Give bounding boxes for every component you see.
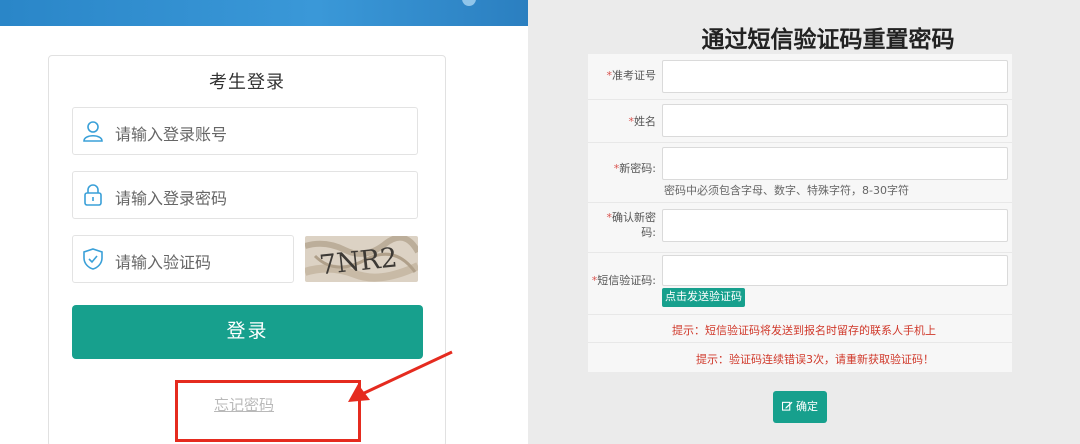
confirm-button[interactable]: 确定 bbox=[773, 391, 827, 423]
password-hint: 密码中必须包含字母、数字、特殊字符，8-30字符 bbox=[664, 184, 909, 197]
shield-check-icon bbox=[83, 248, 103, 270]
reset-password-panel: 通过短信验证码重置密码 *准考证号 *姓名 *新密码: 密码中必须包含字母、数字… bbox=[528, 0, 1080, 444]
form-row-new-password: *新密码: 密码中必须包含字母、数字、特殊字符，8-30字符 bbox=[588, 143, 1012, 203]
sms-tip: 提示：短信验证码将发送到报名时留存的联系人手机上 bbox=[672, 324, 936, 337]
form-row-sms-code: *短信验证码: 点击发送验证码 bbox=[588, 253, 1012, 315]
password-input[interactable]: 请输入登录密码 bbox=[72, 171, 418, 219]
confirm-password-input[interactable] bbox=[662, 209, 1008, 242]
reset-form: *准考证号 *姓名 *新密码: 密码中必须包含字母、数字、特殊字符，8-30字符… bbox=[588, 54, 1012, 372]
form-row-confirm-password: *确认新密 码: bbox=[588, 203, 1012, 253]
form-row-tip-1: 提示：短信验证码将发送到报名时留存的联系人手机上 bbox=[588, 315, 1012, 343]
sms-code-label: *短信验证码: bbox=[591, 274, 656, 287]
reset-title: 通过短信验证码重置密码 bbox=[701, 27, 955, 53]
exam-id-label: *准考证号 bbox=[606, 69, 657, 82]
account-placeholder: 请输入登录账号 bbox=[115, 125, 228, 144]
captcha-image[interactable]: 7NR2 bbox=[305, 236, 418, 282]
new-password-label: *新密码: bbox=[613, 162, 656, 175]
banner-decoration bbox=[462, 0, 476, 6]
name-label: *姓名 bbox=[628, 115, 657, 128]
header-banner bbox=[0, 0, 528, 26]
forgot-password-link[interactable]: 忘记密码 bbox=[214, 394, 274, 415]
sms-code-input[interactable] bbox=[662, 255, 1008, 286]
error-tip: 提示：验证码连续错误3次，请重新获取验证码！ bbox=[696, 353, 934, 366]
user-icon bbox=[83, 121, 103, 142]
new-password-input[interactable] bbox=[662, 147, 1008, 180]
password-placeholder: 请输入登录密码 bbox=[115, 189, 228, 208]
form-row-tip-2: 提示：验证码连续错误3次，请重新获取验证码！ bbox=[588, 343, 1012, 372]
exam-id-input[interactable] bbox=[662, 60, 1008, 93]
login-panel: 考生登录 请输入登录账号 请输入登录密码 请输入验证码 7NR2 登录 忘记密码 bbox=[0, 0, 528, 444]
annotation-arrow bbox=[348, 350, 453, 402]
account-input[interactable]: 请输入登录账号 bbox=[72, 107, 418, 155]
name-input[interactable] bbox=[662, 104, 1008, 137]
form-row-exam-id: *准考证号 bbox=[588, 54, 1012, 100]
send-sms-button[interactable]: 点击发送验证码 bbox=[662, 288, 745, 307]
form-row-name: *姓名 bbox=[588, 100, 1012, 143]
confirm-button-label: 确定 bbox=[796, 401, 818, 413]
captcha-input[interactable]: 请输入验证码 bbox=[72, 235, 294, 283]
login-title: 考生登录 bbox=[209, 72, 285, 93]
edit-icon bbox=[782, 401, 793, 411]
lock-icon bbox=[84, 184, 102, 206]
confirm-password-label: *确认新密 码: bbox=[606, 211, 657, 239]
captcha-placeholder: 请输入验证码 bbox=[115, 253, 212, 272]
